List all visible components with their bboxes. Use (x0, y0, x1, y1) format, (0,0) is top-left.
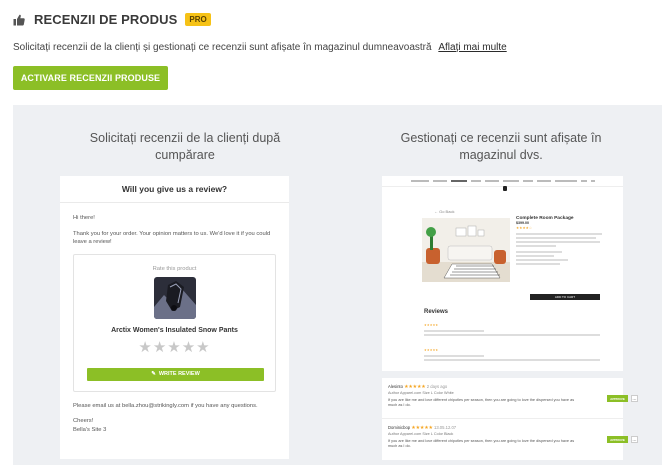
store-review-1: ★★★★★ (424, 323, 604, 338)
cursor-icon (503, 186, 507, 191)
email-intro: Thank you for your order. Your opinion m… (73, 230, 271, 246)
review-date: 13.05.12.07 (433, 425, 457, 430)
review-item: Dominicbop ★★★★★ 13.05.12.07 Author Appa… (382, 418, 638, 460)
approve-review-button[interactable]: APPROVE (607, 436, 628, 443)
more-options-button[interactable]: ... (631, 436, 638, 443)
store-preview: ← Go Back Complete Room Package $399.00 … (382, 176, 623, 371)
review-stars: ★★★★★ (411, 426, 433, 431)
review-date: 2 days ago (426, 384, 448, 389)
star-rating-input[interactable]: ★★★★★ (74, 339, 275, 357)
store-reviews-heading: Reviews (424, 309, 449, 315)
more-options-button[interactable]: ... (631, 395, 638, 402)
sign-off: Cheers! (73, 418, 94, 424)
review-email-preview: Will you give us a review? Hi there! Tha… (60, 176, 289, 459)
description-text: Solicitați recenzii de la clienți și ges… (13, 42, 432, 53)
go-back-link: ← Go Back (434, 209, 455, 214)
product-name: Arctix Women's Insulated Snow Pants (111, 326, 238, 334)
email-sign-off: Cheers! Bella's Site 3 (73, 417, 276, 434)
store-review-2: ★★★★★ (424, 348, 604, 363)
manage-reviews-title: Gestionați ce recenzii sunt afișate în m… (400, 131, 602, 162)
review-item: Alesinto ★★★★★ 2 days ago Author Apparel… (382, 378, 638, 419)
review-stars: ★★★★★ (404, 385, 426, 390)
review-meta: Author Apparel.com Size L Color Black (388, 432, 454, 436)
approve-review-button[interactable]: APPROVE (607, 395, 628, 402)
email-greeting: Hi there! (73, 215, 95, 221)
write-review-label: WRITE REVIEW (158, 371, 200, 377)
signature: Bella's Site 3 (73, 426, 107, 433)
thumbs-up-icon (13, 14, 25, 25)
review-text: If you are like me and love different ch… (388, 398, 575, 408)
review-author: Alesinto (388, 384, 403, 389)
write-review-button[interactable]: ✎ WRITE REVIEW (87, 367, 264, 381)
review-text: If you are like me and love different ch… (388, 439, 575, 449)
review-meta: Author Apparel.com Size L Color White (388, 391, 454, 395)
page-title: RECENZII DE PRODUS (34, 12, 178, 27)
rate-product-label: Rate this product (152, 265, 197, 272)
page-header: RECENZII DE PRODUS PRO (13, 12, 211, 27)
product-review-card: Rate this product Arctix Women's Insulat… (73, 253, 276, 392)
learn-more-link[interactable]: Aflați mai multe (438, 42, 506, 53)
store-rating-stars: ★★★★☆ (516, 226, 533, 230)
product-image (154, 276, 196, 319)
email-questions: Please email us at bella.zhou@strikingly… (73, 402, 258, 409)
product-info: Complete Room Package $399.00 ★★★★☆ (516, 216, 606, 267)
page-description: Solicitați recenzii de la clienți și ges… (13, 42, 507, 53)
room-product-image (422, 218, 510, 282)
pro-badge: PRO (185, 13, 211, 26)
review-author: Dominicbop (388, 425, 411, 430)
pencil-icon: ✎ (151, 371, 156, 377)
email-heading: Will you give us a review? (60, 176, 289, 203)
request-reviews-title: Solicitați recenzii de la clienți după c… (89, 131, 281, 162)
add-to-cart-button: ADD TO CART (530, 294, 600, 300)
preview-panel: Solicitați recenzii de la clienți după c… (13, 105, 662, 465)
activate-reviews-button[interactable]: ACTIVARE RECENZII PRODUSE (13, 66, 168, 90)
